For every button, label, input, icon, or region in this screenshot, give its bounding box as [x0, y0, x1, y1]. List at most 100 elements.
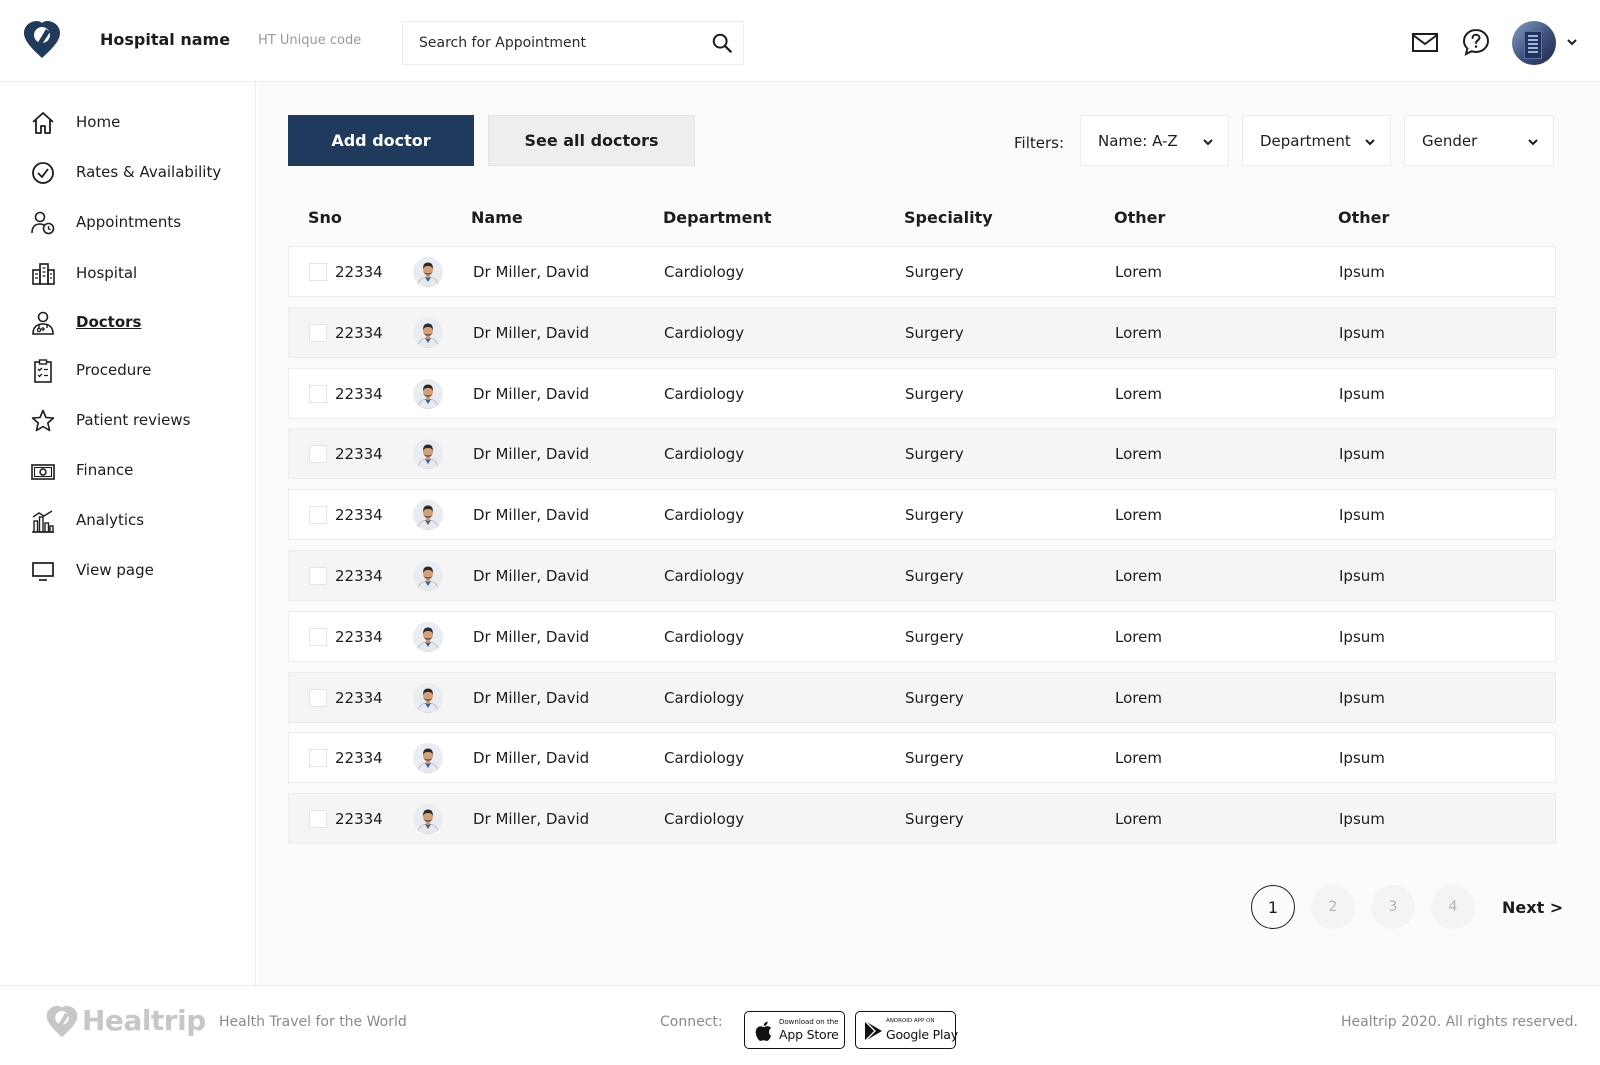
sidebar-item-hospital[interactable]: Hospital: [0, 253, 256, 293]
table-row[interactable]: 22334 Dr Miller, David Cardiology Surgery Lo…: [288, 306, 1556, 358]
table-row[interactable]: 22334 Dr Miller, David Cardiology Surgery Lo…: [288, 489, 1556, 541]
page-button-4[interactable]: 4: [1431, 885, 1475, 929]
monitor-icon: [32, 562, 54, 581]
cell-speciality: Surgery: [905, 810, 964, 829]
table-row[interactable]: 22334 Dr Miller, David Cardiology Surgery Lo…: [288, 732, 1556, 784]
cell-other: Lorem: [1115, 688, 1162, 707]
mail-icon[interactable]: [1410, 27, 1440, 57]
table-row[interactable]: 22334 Dr Miller, David Cardiology Surgery Lo…: [288, 550, 1556, 601]
sidebar-item-appointments[interactable]: Appointments: [0, 202, 256, 242]
table-row[interactable]: 22334 Dr Miller, David Cardiology Surgery Lo…: [288, 246, 1556, 297]
add-doctor-button[interactable]: Add doctor: [288, 115, 474, 166]
row-checkbox[interactable]: [309, 749, 327, 768]
user-avatar[interactable]: [1512, 21, 1556, 65]
app-store-big-text: App Store: [779, 1027, 839, 1042]
help-chat-icon[interactable]: [1461, 27, 1491, 57]
sidebar-item-procedure[interactable]: Procedure: [0, 350, 256, 390]
table-row[interactable]: 22334 Dr Miller, David Cardiology Surgery Lo…: [288, 367, 1556, 419]
row-checkbox[interactable]: [309, 384, 327, 403]
row-checkbox[interactable]: [309, 263, 327, 281]
sidebar-item-home[interactable]: Home: [0, 102, 256, 142]
doctor-avatar: [413, 257, 443, 287]
table-row[interactable]: 22334 Dr Miller, David Cardiology Surgery Lo…: [288, 428, 1556, 480]
row-checkbox[interactable]: [309, 567, 327, 585]
filter-name-sort[interactable]: Name: A-Z: [1080, 115, 1229, 166]
cell-department: Cardiology: [664, 506, 745, 525]
user-clock-icon: [31, 211, 55, 235]
cell-other: Lorem: [1115, 384, 1162, 403]
row-checkbox[interactable]: [309, 627, 327, 646]
column-header-other[interactable]: Other: [1338, 208, 1389, 227]
cell-other: Lorem: [1115, 263, 1162, 281]
google-play-badge[interactable]: ANDROID APP ON Google Play: [855, 1011, 958, 1049]
page-button-2[interactable]: 2: [1311, 885, 1355, 929]
sidebar-item-label: Procedure: [76, 361, 152, 379]
column-header-sno[interactable]: Sno: [308, 208, 342, 227]
search-icon[interactable]: [711, 32, 733, 54]
cell-other: Ipsum: [1339, 323, 1385, 342]
healtrip-logo-icon[interactable]: [22, 20, 62, 60]
sidebar-item-patient-reviews[interactable]: Patient reviews: [0, 400, 256, 440]
unique-code: HT Unique code: [258, 33, 362, 48]
sidebar-item-label: Hospital: [76, 264, 138, 282]
cell-name: Dr Miller, David: [473, 627, 590, 646]
filter-label: Gender: [1422, 132, 1478, 150]
cell-other: Lorem: [1115, 567, 1162, 585]
money-icon: [31, 464, 55, 480]
cell-sno: 22334: [335, 445, 383, 464]
next-page-button[interactable]: Next >: [1502, 898, 1563, 917]
table-row[interactable]: 22334 Dr Miller, David Cardiology Surgery Lo…: [288, 671, 1556, 723]
cell-other: Ipsum: [1339, 506, 1385, 525]
sidebar-item-label: View page: [76, 561, 154, 579]
page-button-1[interactable]: 1: [1251, 885, 1295, 929]
row-checkbox[interactable]: [309, 506, 327, 525]
column-header-other[interactable]: Other: [1114, 208, 1165, 227]
cell-sno: 22334: [335, 263, 383, 281]
sidebar-item-rates[interactable]: Rates & Availability: [0, 152, 256, 192]
doctor-icon: [32, 311, 54, 335]
column-header-speciality[interactable]: Speciality: [904, 208, 993, 227]
cell-other: Ipsum: [1339, 567, 1385, 585]
home-icon: [32, 112, 54, 134]
search-input[interactable]: [403, 22, 703, 64]
page-button-3[interactable]: 3: [1371, 885, 1415, 929]
cell-speciality: Surgery: [905, 445, 964, 464]
cell-other: Lorem: [1115, 749, 1162, 768]
cell-other: Ipsum: [1339, 263, 1385, 281]
connect-label: Connect:: [660, 1014, 723, 1030]
sidebar-item-label: Analytics: [76, 511, 145, 529]
cell-speciality: Surgery: [905, 263, 964, 281]
row-checkbox[interactable]: [309, 323, 327, 342]
cell-sno: 22334: [335, 384, 383, 403]
cell-sno: 22334: [335, 506, 383, 525]
doctor-avatar: [413, 500, 443, 531]
cell-other: Lorem: [1115, 445, 1162, 464]
sidebar-item-doctors[interactable]: Doctors: [0, 302, 256, 342]
cell-name: Dr Miller, David: [473, 323, 590, 342]
sidebar-item-finance[interactable]: Finance: [0, 450, 256, 490]
app-store-badge[interactable]: Download on the App Store: [744, 1011, 845, 1049]
row-checkbox[interactable]: [309, 445, 327, 464]
table-row[interactable]: 22334 Dr Miller, David Cardiology Surgery Lo…: [288, 793, 1556, 845]
filters-label: Filters:: [1014, 134, 1065, 152]
cell-speciality: Surgery: [905, 323, 964, 342]
doctor-avatar: [413, 439, 443, 470]
cell-sno: 22334: [335, 627, 383, 646]
cell-department: Cardiology: [664, 445, 745, 464]
doctor-avatar: [413, 804, 443, 835]
filter-gender[interactable]: Gender: [1404, 115, 1554, 166]
cell-other: Ipsum: [1339, 445, 1385, 464]
sidebar-item-view-page[interactable]: View page: [0, 550, 256, 590]
chevron-down-icon[interactable]: [1566, 36, 1578, 48]
column-header-department[interactable]: Department: [663, 208, 771, 227]
sidebar-item-analytics[interactable]: Analytics: [0, 500, 256, 540]
row-checkbox[interactable]: [309, 688, 327, 707]
cell-name: Dr Miller, David: [473, 688, 590, 707]
column-header-name[interactable]: Name: [471, 208, 523, 227]
table-row[interactable]: 22334 Dr Miller, David Cardiology Surgery Lo…: [288, 610, 1556, 662]
see-all-doctors-button[interactable]: See all doctors: [488, 115, 695, 166]
row-checkbox[interactable]: [309, 810, 327, 829]
cell-speciality: Surgery: [905, 749, 964, 768]
google-play-icon: [864, 1020, 882, 1042]
filter-department[interactable]: Department: [1242, 115, 1391, 166]
